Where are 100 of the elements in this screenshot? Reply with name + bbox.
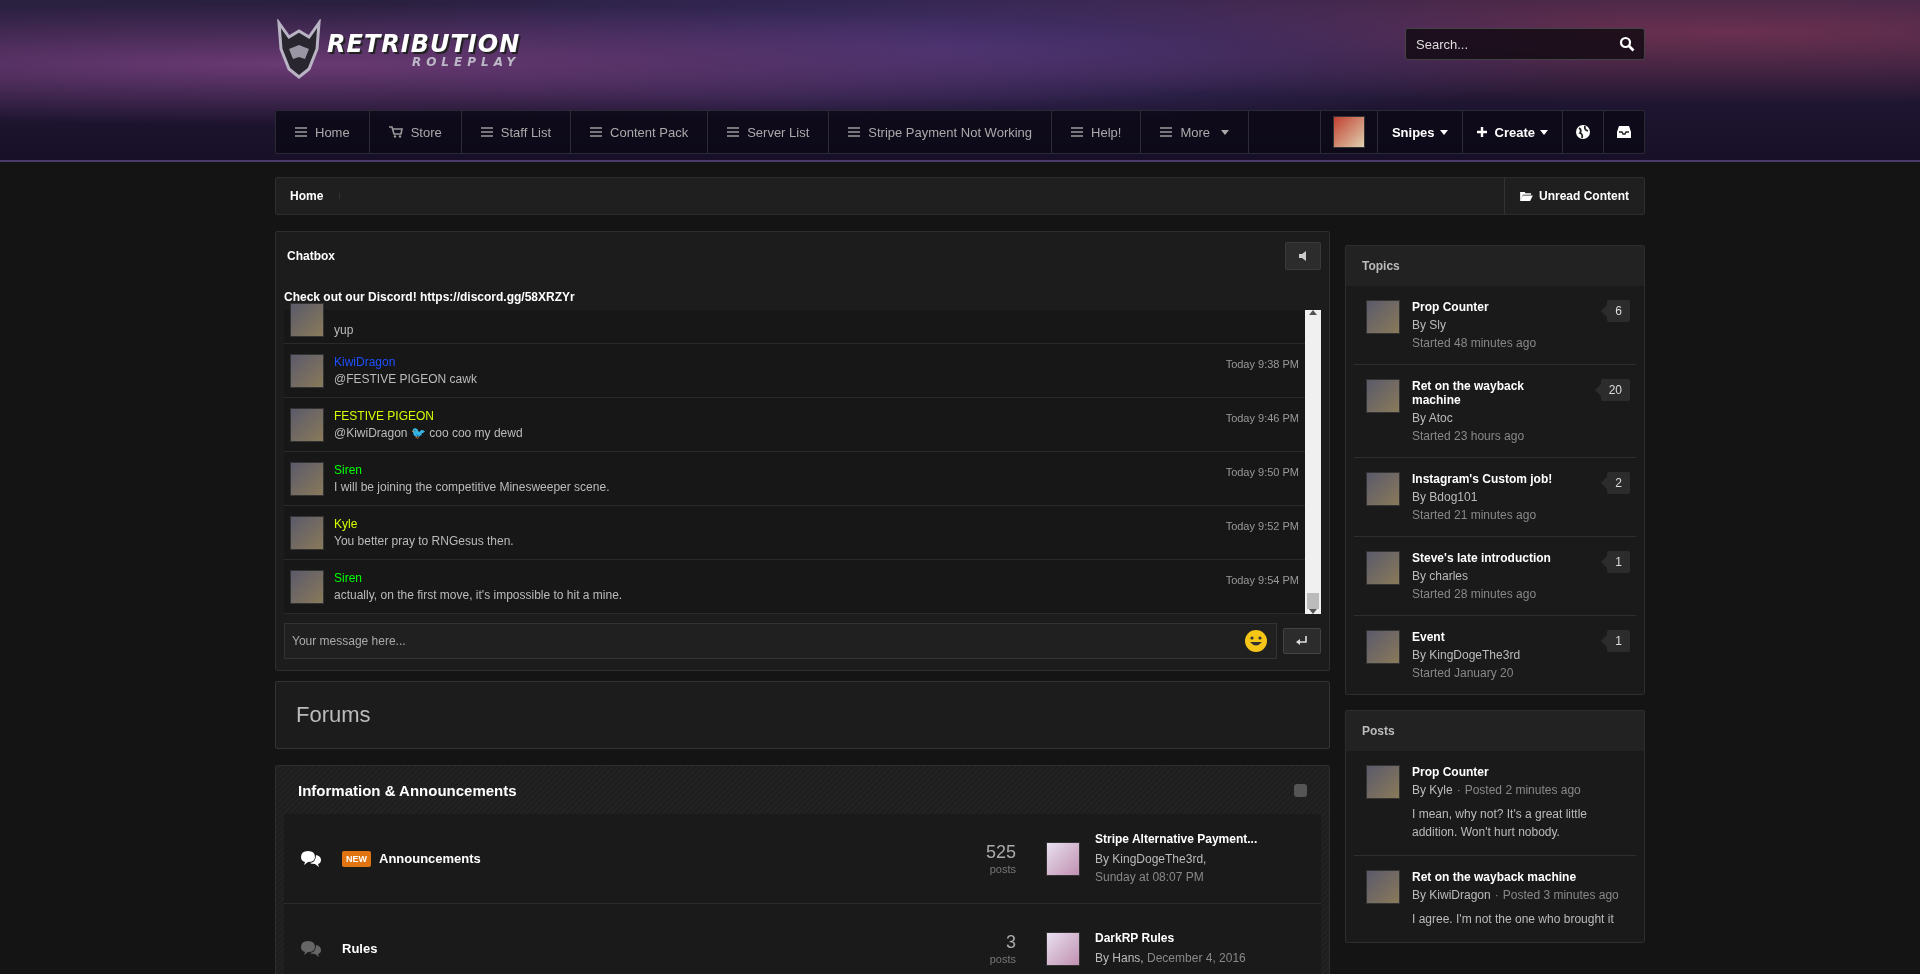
avatar-placeholder: [1366, 379, 1400, 413]
avatar-placeholder: [1366, 870, 1400, 904]
chat-timestamp: Today 9:52 PM: [1225, 520, 1299, 532]
last-post-author[interactable]: By Hans,: [1095, 948, 1144, 967]
create-menu[interactable]: Create: [1461, 111, 1562, 153]
plus-icon: [1476, 127, 1487, 137]
forum-link[interactable]: Rules: [342, 941, 990, 956]
avatar-placeholder: [1366, 300, 1400, 334]
nav-link[interactable]: Help!: [1052, 111, 1142, 153]
breadcrumb-link[interactable]: Home: [276, 178, 341, 214]
cart-icon: [388, 126, 403, 138]
chat-message: @FESTIVE PIGEON cawk: [334, 372, 478, 386]
scroll-up-arrow-icon[interactable]: [1309, 310, 1317, 315]
menu-icon: [1160, 127, 1173, 137]
topic-link[interactable]: Event: [1412, 630, 1572, 644]
post-time: Posted 3 minutes ago: [1502, 888, 1619, 902]
chat-timestamp: Today 9:38 PM: [1225, 358, 1299, 370]
chat-username[interactable]: Siren: [334, 571, 1216, 585]
menu-icon: [727, 127, 740, 137]
topic-started: Started 28 minutes ago: [1412, 587, 1538, 601]
folder-icon: [1520, 191, 1533, 201]
topic-author[interactable]: By KingDogeThe3rd: [1412, 648, 1572, 662]
topic-author[interactable]: By charles: [1412, 569, 1572, 583]
smiley-icon[interactable]: [1244, 629, 1268, 653]
topic-author[interactable]: By Atoc: [1412, 411, 1572, 425]
topic-started: Started January 20: [1412, 666, 1515, 680]
post-time: Posted 2 minutes ago: [1464, 783, 1581, 797]
category-title[interactable]: Information & Announcements: [298, 781, 517, 799]
avatar-placeholder: [290, 461, 324, 496]
post-count-label: posts: [989, 953, 1016, 965]
nav-link[interactable]: Content Pack: [571, 111, 709, 153]
nav-link[interactable]: Staff List: [461, 111, 572, 153]
chat-notice: Check out our Discord! https://discord.gg/58XRZYr: [284, 289, 576, 306]
helmet-icon: [275, 19, 323, 79]
enter-icon: [1296, 635, 1308, 646]
unread-content-link[interactable]: Unread Content: [1504, 178, 1644, 214]
avatar-placeholder: [1046, 841, 1080, 876]
forum-link[interactable]: Announcements: [379, 851, 986, 866]
chat-message: I will be joining the competitive Minesweeper scene.: [334, 480, 611, 494]
menu-icon: [480, 127, 493, 137]
last-post-author[interactable]: By KingDogeThe3rd,: [1095, 849, 1207, 868]
topic-started: Started 23 hours ago: [1412, 429, 1526, 443]
post-link[interactable]: Prop Counter: [1412, 765, 1630, 779]
avatar-placeholder: [1366, 551, 1400, 585]
avatar-placeholder: [290, 303, 324, 337]
send-button[interactable]: [1283, 628, 1321, 654]
search-field[interactable]: Search...: [1405, 28, 1645, 60]
message-field[interactable]: Your message here...: [284, 623, 1277, 659]
topic-link[interactable]: Steve's late introduction: [1412, 551, 1572, 565]
avatar-placeholder: [1366, 765, 1400, 799]
last-post-link[interactable]: Stripe Alternative Payment...: [1095, 831, 1305, 846]
globe-icon[interactable]: [1575, 124, 1591, 140]
post-author[interactable]: By KiwiDragon: [1412, 888, 1491, 902]
new-badge: NEW: [342, 850, 371, 867]
topic-link[interactable]: Instagram's Custom job!: [1412, 472, 1572, 486]
nav-link[interactable]: Home: [276, 111, 370, 153]
topic-started: Started 21 minutes ago: [1412, 508, 1538, 522]
separator-dot: ·: [1456, 783, 1461, 797]
avatar-placeholder: [1366, 472, 1400, 506]
separator-dot: ·: [1494, 888, 1499, 902]
avatar-placeholder: [290, 353, 324, 388]
post-count: 525: [985, 842, 1016, 863]
last-post-link[interactable]: DarkRP Rules: [1095, 930, 1305, 945]
topic-link[interactable]: Prop Counter: [1412, 300, 1572, 314]
topic-author[interactable]: By Bdog101: [1412, 490, 1572, 504]
chat-username[interactable]: Kyle: [334, 517, 1216, 531]
topic-link[interactable]: Ret on the wayback machine: [1412, 379, 1572, 407]
avatar-placeholder: [1046, 931, 1080, 966]
chatbox-title: Chatbox: [287, 249, 335, 263]
menu-icon: [590, 127, 603, 137]
chat-message: yup: [334, 323, 355, 337]
avatar-placeholder: [290, 407, 324, 442]
menu-icon: [848, 127, 861, 137]
nav-link[interactable]: More: [1141, 111, 1250, 153]
topics-title: Topics: [1346, 246, 1644, 286]
chat-message: actually, on the first move, it's impossible to hit a mine.: [334, 588, 624, 602]
topic-started: Started 48 minutes ago: [1412, 336, 1538, 350]
post-excerpt: I mean, why not? It's a great little addition. Won't hurt nobody.: [1412, 806, 1589, 841]
topic-author[interactable]: By Sly: [1412, 318, 1572, 332]
inbox-icon[interactable]: [1616, 125, 1632, 139]
search-icon[interactable]: [1619, 36, 1635, 52]
avatar-placeholder: [1366, 630, 1400, 664]
user-avatar[interactable]: [1332, 116, 1365, 148]
nav-link[interactable]: Stripe Payment Not Working: [829, 111, 1053, 153]
chat-timestamp: Today 9:54 PM: [1225, 574, 1299, 586]
post-author[interactable]: By Kyle: [1412, 783, 1453, 797]
scroll-down-arrow-icon[interactable]: [1309, 609, 1317, 614]
nav-link[interactable]: Store: [369, 111, 462, 153]
chat-timestamp: Today 9:50 PM: [1225, 466, 1299, 478]
scroll-thumb[interactable]: [1307, 593, 1319, 609]
user-menu[interactable]: Snipes: [1376, 111, 1462, 153]
forums-title: Forums: [296, 702, 371, 728]
chat-message: @KiwiDragon 🐦 coo coo my dewd: [334, 426, 524, 440]
scrollbar[interactable]: [1305, 310, 1321, 614]
last-post-date: Sunday at 08:07 PM: [1095, 868, 1204, 886]
chat-username[interactable]: Siren: [334, 463, 1216, 477]
nav-link[interactable]: Server List: [708, 111, 830, 153]
chat-username[interactable]: FESTIVE PIGEON: [334, 409, 1216, 423]
post-link[interactable]: Ret on the wayback machine: [1412, 870, 1630, 884]
mute-button[interactable]: [1285, 242, 1321, 270]
